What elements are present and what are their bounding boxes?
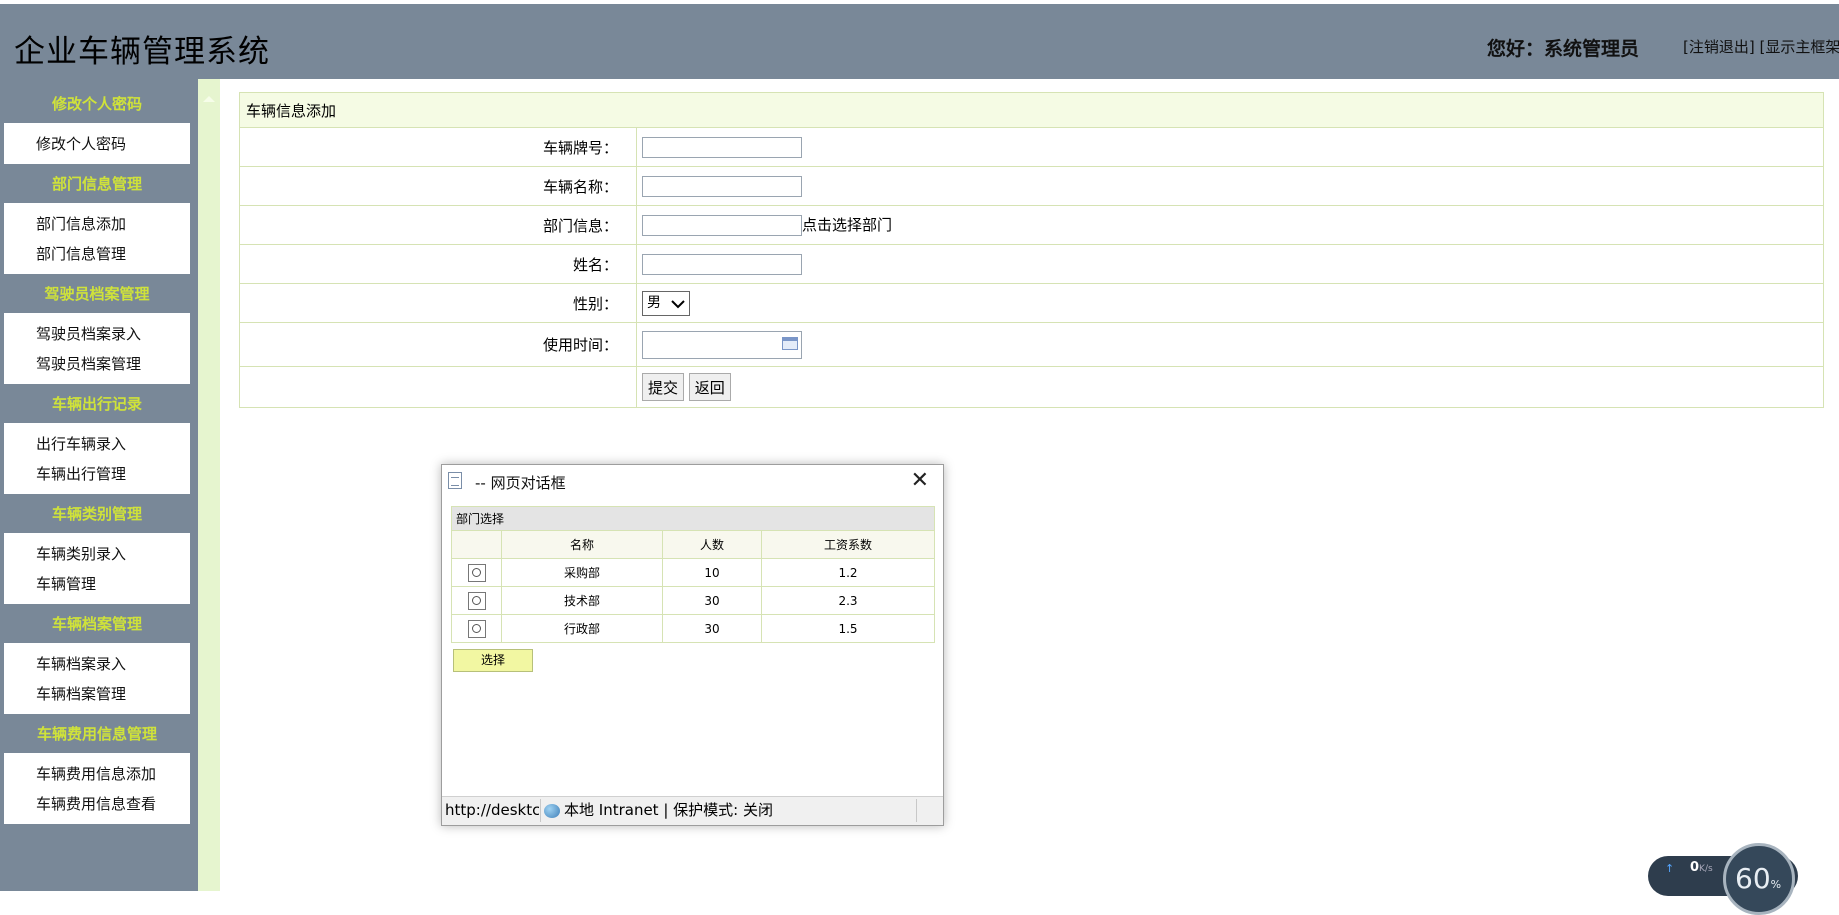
menu-item-manage-driver[interactable]: 驾驶员档案管理	[36, 353, 141, 374]
document-icon	[448, 472, 462, 489]
menu-box-driver: 驾驶员档案录入 驾驶员档案管理	[4, 313, 190, 384]
menu-title-driver[interactable]: 驾驶员档案管理	[4, 278, 190, 310]
dept-count-cell: 10	[663, 559, 762, 587]
vehicle-form: 车辆信息添加 车辆牌号： 车辆名称： 部门信息： 点击选择部门 姓名： 性别： …	[239, 92, 1824, 408]
menu-item-change-password[interactable]: 修改个人密码	[36, 133, 126, 154]
menu-title-vehicle-cost[interactable]: 车辆费用信息管理	[4, 718, 190, 750]
menu-item-add-department[interactable]: 部门信息添加	[36, 213, 126, 234]
upload-speed: 0K/s	[1690, 860, 1713, 875]
menu-item-manage-trips[interactable]: 车辆出行管理	[36, 463, 126, 484]
dept-coef-cell: 2.3	[762, 587, 935, 615]
menu-item-add-trip[interactable]: 出行车辆录入	[36, 433, 126, 454]
menu-item-manage-vehicles[interactable]: 车辆管理	[36, 573, 96, 594]
radio-button[interactable]	[468, 564, 486, 582]
logout-link[interactable]: [注销退出]	[1683, 38, 1755, 56]
form-title: 车辆信息添加	[240, 93, 1824, 128]
plate-label: 车辆牌号：	[240, 128, 637, 167]
person-name-label: 姓名：	[240, 245, 637, 284]
menu-item-add-vehicle-archive[interactable]: 车辆档案录入	[36, 653, 126, 674]
vehicle-name-input[interactable]	[642, 176, 802, 197]
table-caption: 部门选择	[452, 507, 935, 531]
use-time-input[interactable]	[642, 331, 802, 359]
menu-title-password[interactable]: 修改个人密码	[4, 88, 190, 120]
department-label: 部门信息：	[240, 206, 637, 245]
submit-button[interactable]: 提交	[642, 373, 684, 401]
choose-button[interactable]: 选择	[453, 649, 533, 672]
dialog-status-bar: http://desktc 本地 Intranet | 保护模式: 关闭	[442, 796, 943, 825]
use-time-label: 使用时间：	[240, 323, 637, 367]
use-time-wrapper	[642, 331, 802, 359]
close-icon[interactable]: ✕	[911, 469, 929, 493]
select-department-link[interactable]: 点击选择部门	[802, 216, 892, 234]
sidebar-splitter[interactable]	[198, 79, 220, 891]
menu-box-vehicle-cost: 车辆费用信息添加 车辆费用信息查看	[4, 753, 190, 824]
back-button[interactable]: 返回	[689, 373, 731, 401]
dept-name-cell: 行政部	[502, 615, 663, 643]
status-url: http://desktc	[445, 797, 539, 824]
dept-name-cell: 技术部	[502, 587, 663, 615]
table-row: 技术部 30 2.3	[452, 587, 935, 615]
collapse-arrow-icon[interactable]	[203, 96, 215, 102]
menu-title-vehicle-archive[interactable]: 车辆档案管理	[4, 608, 190, 640]
percent-sign: %	[1771, 878, 1781, 891]
sidebar: 修改个人密码 修改个人密码 部门信息管理 部门信息添加 部门信息管理 驾驶员档案…	[0, 79, 198, 891]
dept-coef-cell: 1.5	[762, 615, 935, 643]
menu-item-add-vehicle-cost[interactable]: 车辆费用信息添加	[36, 763, 156, 784]
menu-title-trips[interactable]: 车辆出行记录	[4, 388, 190, 420]
vehicle-name-label: 车辆名称：	[240, 167, 637, 206]
dept-count-cell: 30	[663, 615, 762, 643]
menu-item-manage-vehicle-archive[interactable]: 车辆档案管理	[36, 683, 126, 704]
menu-title-vehicle-type[interactable]: 车辆类别管理	[4, 498, 190, 530]
app-title: 企业车辆管理系统	[14, 26, 270, 71]
department-dialog: -- 网页对话框 ✕ 部门选择 名称 人数 工资系数 采购部 10 1.2 技术…	[441, 464, 944, 826]
menu-item-add-driver[interactable]: 驾驶员档案录入	[36, 323, 141, 344]
menu-box-vehicle-archive: 车辆档案录入 车辆档案管理	[4, 643, 190, 714]
upload-speed-unit: K/s	[1699, 864, 1713, 874]
show-frame-link[interactable]: [显示主框架	[1760, 38, 1839, 56]
gender-label: 性别：	[240, 284, 637, 323]
radio-button[interactable]	[468, 592, 486, 610]
status-zone: 本地 Intranet | 保护模式: 关闭	[564, 797, 773, 824]
memory-percent: 60%	[1735, 862, 1781, 895]
menu-box-password: 修改个人密码	[4, 123, 190, 164]
radio-button[interactable]	[468, 620, 486, 638]
table-row: 采购部 10 1.2	[452, 559, 935, 587]
column-header-count: 人数	[663, 531, 762, 559]
greeting-text: 您好：系统管理员	[1487, 34, 1639, 61]
person-name-input[interactable]	[642, 254, 802, 275]
memory-percent-value: 60	[1735, 862, 1771, 895]
upload-speed-value: 0	[1690, 860, 1699, 875]
dept-name-cell: 采购部	[502, 559, 663, 587]
column-header-name: 名称	[502, 531, 663, 559]
globe-icon	[544, 804, 560, 818]
column-header-coef: 工资系数	[762, 531, 935, 559]
plate-input[interactable]	[642, 137, 802, 158]
dept-count-cell: 30	[663, 587, 762, 615]
dept-coef-cell: 1.2	[762, 559, 935, 587]
table-row: 行政部 30 1.5	[452, 615, 935, 643]
menu-item-add-vehicle-type[interactable]: 车辆类别录入	[36, 543, 126, 564]
status-divider	[916, 799, 917, 822]
status-divider	[540, 799, 541, 822]
department-input[interactable]	[642, 215, 802, 236]
menu-box-trips: 出行车辆录入 车辆出行管理	[4, 423, 190, 494]
menu-title-department[interactable]: 部门信息管理	[4, 168, 190, 200]
upload-arrow-icon: ↑	[1665, 862, 1674, 875]
dialog-title: -- 网页对话框	[475, 472, 566, 493]
top-header: 企业车辆管理系统 您好：系统管理员 [注销退出] [显示主框架	[0, 4, 1839, 79]
menu-box-vehicle-type: 车辆类别录入 车辆管理	[4, 533, 190, 604]
menu-item-view-vehicle-cost[interactable]: 车辆费用信息查看	[36, 793, 156, 814]
gender-selected-value: 男	[647, 295, 661, 311]
top-links: [注销退出] [显示主框架	[1683, 36, 1839, 57]
department-table: 部门选择 名称 人数 工资系数 采购部 10 1.2 技术部 30 2.3 行政…	[451, 506, 935, 643]
calendar-icon[interactable]	[782, 337, 798, 350]
chevron-down-icon	[671, 299, 685, 309]
gender-select[interactable]: 男	[642, 291, 690, 316]
menu-box-department: 部门信息添加 部门信息管理	[4, 203, 190, 274]
menu-item-manage-department[interactable]: 部门信息管理	[36, 243, 126, 264]
